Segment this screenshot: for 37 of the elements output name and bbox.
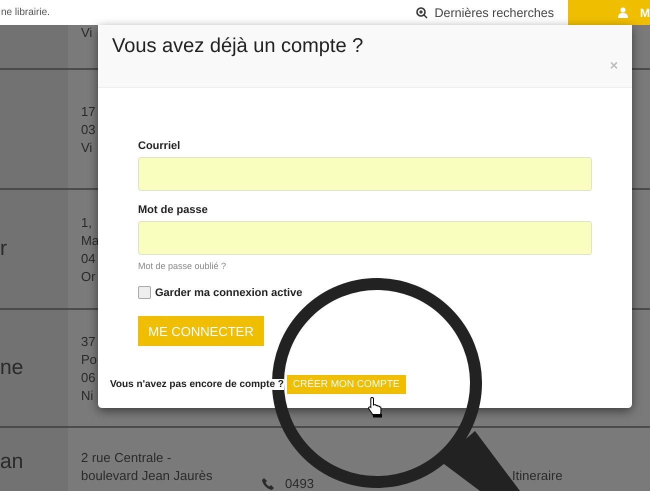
table-cell: r	[0, 190, 68, 308]
itinerary-link[interactable]: Itineraire	[512, 468, 563, 483]
address-line: 37	[81, 334, 96, 348]
signup-prompt: Vous n'avez pas encore de compte ?	[110, 379, 284, 390]
address-line: Vi	[81, 140, 94, 154]
user-icon	[618, 7, 628, 18]
dialog-title: Vous avez déjà un compte ?	[112, 35, 364, 57]
field-label: Courriel	[138, 140, 180, 152]
recent-searches-link[interactable]: Dernières recherches	[416, 6, 554, 20]
address-line: Po	[81, 352, 97, 366]
input-field[interactable]	[138, 157, 592, 191]
close-button[interactable]: ×	[610, 57, 618, 73]
address-line: Ni	[81, 388, 94, 402]
login-button[interactable]: ME CONNECTER	[138, 316, 264, 346]
create-account-button[interactable]: CRÉER MON COMPTE	[286, 375, 406, 394]
table-cell: ne	[0, 310, 68, 426]
tagline: ne librairie.	[0, 7, 50, 18]
zoom-icon	[416, 6, 428, 18]
phone-icon	[261, 476, 275, 490]
address-line: 04	[81, 250, 96, 266]
address-line: 1,	[81, 214, 93, 230]
address-line: 03	[81, 122, 96, 136]
forgot-password-link[interactable]: Mot de passe oublié ?	[138, 261, 226, 271]
address-line: Ma	[81, 232, 100, 248]
address-line: Or	[81, 268, 96, 284]
input-field[interactable]	[138, 221, 592, 255]
field-label: Mot de passe	[138, 204, 208, 216]
checkbox[interactable]	[138, 286, 151, 299]
account-button[interactable]: M	[568, 0, 650, 25]
address-line: 06	[81, 370, 96, 384]
phone-number: 0493	[285, 476, 314, 491]
table-cell: an	[0, 428, 68, 491]
address-line: Vi	[81, 25, 92, 40]
address-line: boulevard Jean Jaurès	[81, 468, 213, 483]
address-line: 2 rue Centrale -	[81, 450, 172, 465]
checkbox-label: Garder ma connexion active	[155, 286, 302, 298]
address-line: 17	[81, 104, 96, 118]
